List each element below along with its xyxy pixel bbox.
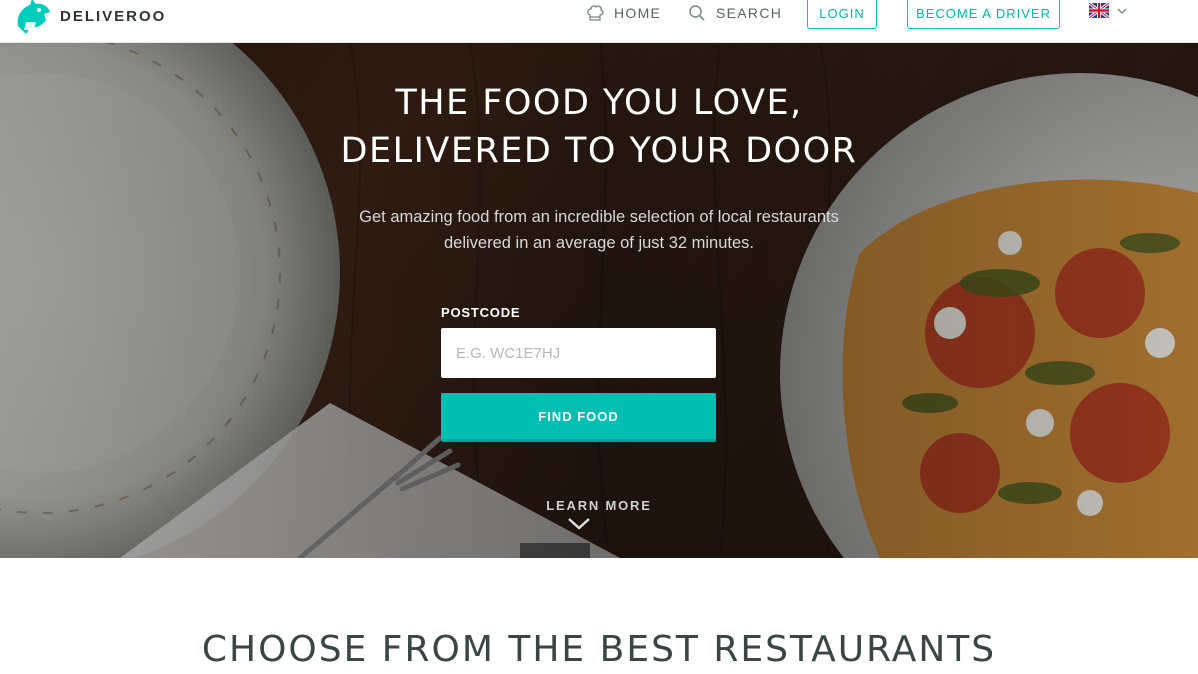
uk-flag-icon — [1089, 3, 1109, 18]
hero-title: THE FOOD YOU LOVE, DELIVERED TO YOUR DOO… — [340, 83, 858, 171]
search-icon — [689, 5, 705, 21]
find-food-button[interactable]: FIND FOOD — [441, 393, 716, 442]
become-driver-button[interactable]: BECOME A DRIVER — [907, 0, 1060, 29]
brand-name: DELIVEROO — [60, 7, 167, 25]
kangaroo-logo-icon — [17, 0, 50, 34]
hero-section: THE FOOD YOU LOVE, DELIVERED TO YOUR DOO… — [0, 43, 1198, 558]
login-button[interactable]: LOGIN — [807, 0, 877, 29]
nav-home-link[interactable]: HOME — [586, 3, 661, 23]
nav-search-label: SEARCH — [716, 5, 783, 21]
chef-hat-icon — [587, 5, 604, 21]
hero-subtitle: Get amazing food from an incredible sele… — [359, 208, 839, 252]
nav-search-link[interactable]: SEARCH — [688, 3, 782, 23]
postcode-label: POSTCODE — [441, 305, 521, 320]
learn-more-link[interactable]: LEARN MORE — [0, 498, 1198, 513]
restaurants-section-title: CHOOSE FROM THE BEST RESTAURANTS — [201, 629, 997, 670]
language-selector[interactable] — [1089, 3, 1127, 18]
chevron-down-icon — [1117, 7, 1127, 14]
top-navbar: DELIVEROO HOME SEARCH LOGIN BECOME A DRI… — [0, 0, 1198, 43]
postcode-input[interactable] — [441, 328, 716, 378]
chevron-down-icon[interactable] — [567, 517, 591, 531]
deliveroo-logo[interactable]: DELIVEROO — [12, 0, 166, 36]
nav-home-label: HOME — [614, 5, 662, 21]
